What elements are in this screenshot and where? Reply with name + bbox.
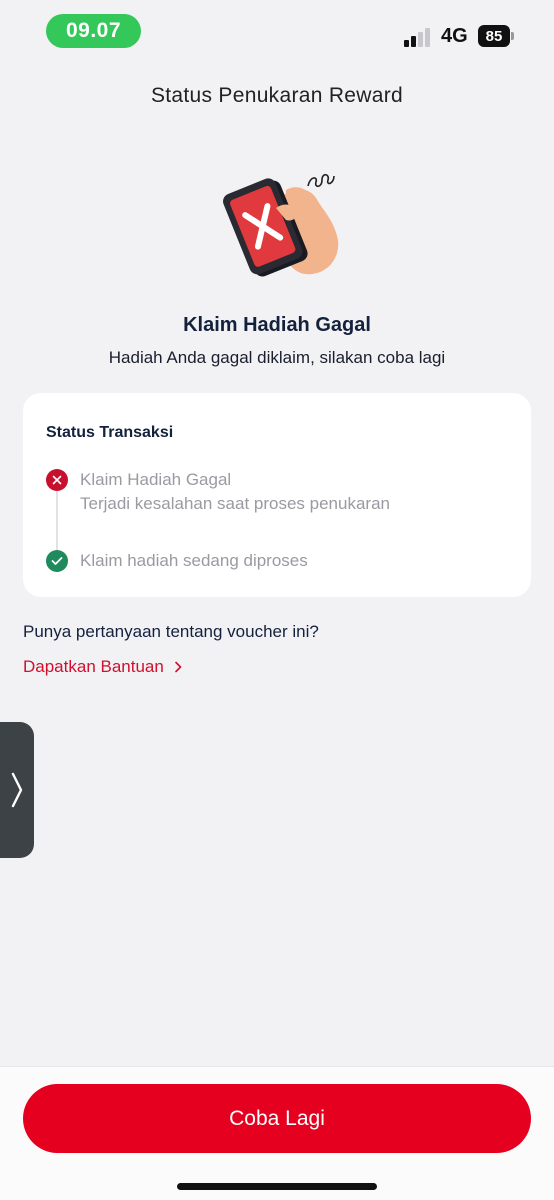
network-type: 4G bbox=[441, 25, 468, 47]
check-icon bbox=[46, 550, 68, 572]
close-icon bbox=[46, 469, 68, 491]
result-title: Klaim Hadiah Gagal bbox=[183, 314, 371, 336]
page-title: Status Penukaran Reward bbox=[150, 84, 404, 107]
result-subtitle: Hadiah Anda gagal diklaim, silakan coba … bbox=[108, 348, 446, 367]
signal-strength-icon bbox=[404, 28, 430, 47]
failed-phone-illustration bbox=[223, 173, 339, 277]
battery-icon: 85 bbox=[478, 25, 514, 47]
step-failed-description: Terjadi kesalahan saat proses penukaran bbox=[80, 494, 390, 513]
step-processing-title: Klaim hadiah sedang diproses bbox=[80, 551, 308, 570]
home-indicator[interactable] bbox=[177, 1183, 377, 1190]
card-title: Status Transaksi bbox=[46, 424, 174, 441]
chevron-right-icon bbox=[175, 661, 182, 673]
side-drawer-handle[interactable] bbox=[0, 722, 34, 858]
get-help-label: Dapatkan Bantuan bbox=[23, 657, 164, 676]
step-failed-title: Klaim Hadiah Gagal bbox=[80, 470, 232, 489]
bottom-action-bar: Coba Lagi bbox=[0, 1066, 554, 1200]
retry-button[interactable]: Coba Lagi bbox=[23, 1084, 531, 1153]
battery-level: 85 bbox=[478, 25, 510, 47]
status-time: 09.07 bbox=[46, 14, 141, 48]
chevron-right-icon bbox=[11, 772, 23, 808]
get-help-link[interactable]: Dapatkan Bantuan bbox=[23, 657, 182, 677]
timeline-connector bbox=[56, 483, 58, 551]
transaction-status-card: Status Transaksi Klaim Hadiah Gagal Terj… bbox=[23, 393, 531, 597]
status-bar: 09.07 4G 85 bbox=[0, 0, 554, 64]
help-question: Punya pertanyaan tentang voucher ini? bbox=[23, 622, 319, 641]
